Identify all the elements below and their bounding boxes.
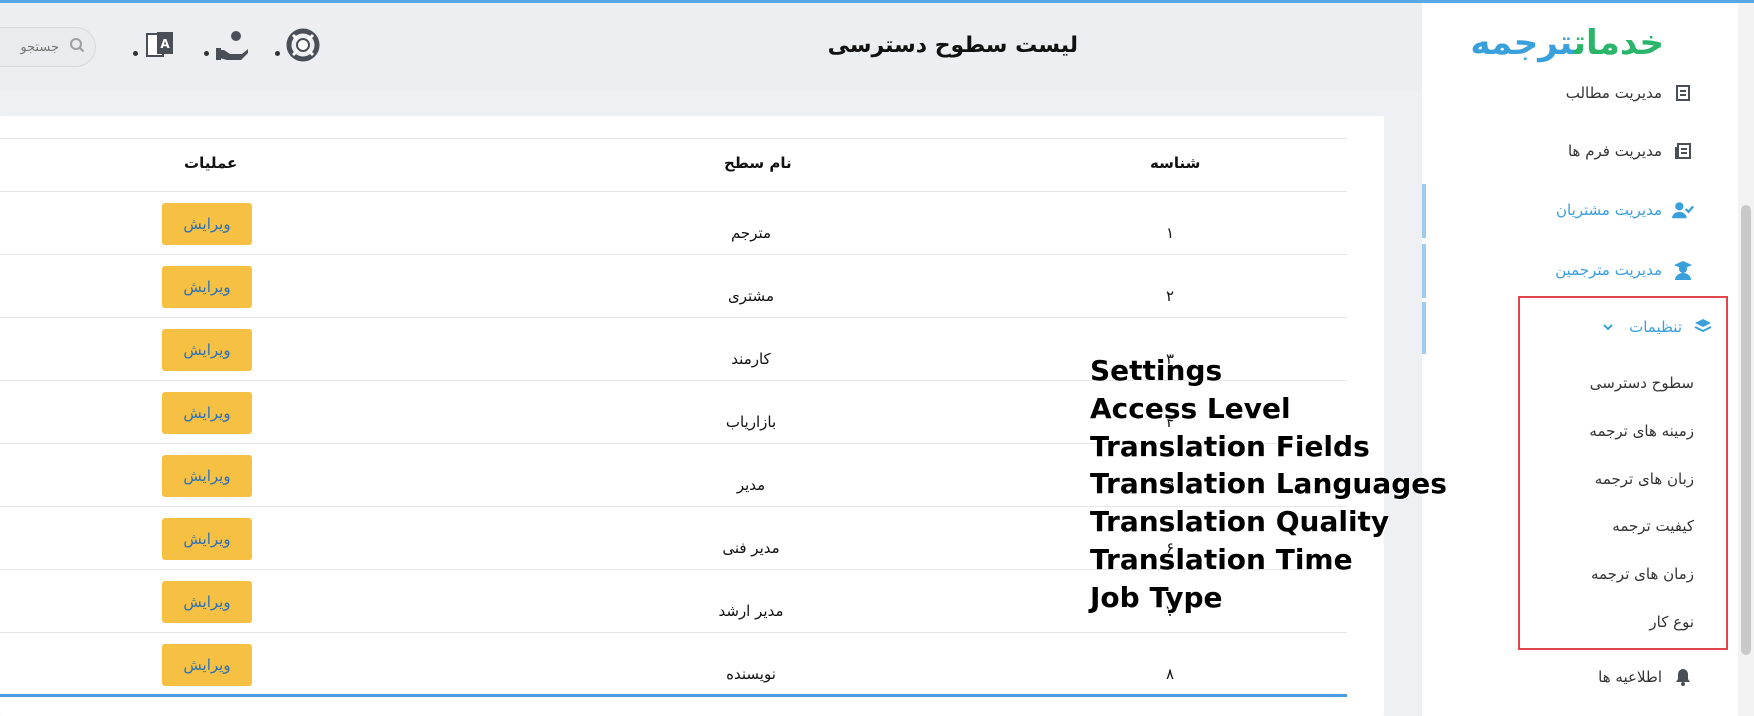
cell-name: مدیر فنی [722,539,780,557]
cell-id: ۱ [1166,224,1175,242]
cell-name: نویسنده [726,665,776,683]
sidebar-item-customers-management[interactable]: مدیریت مشتریان [1556,195,1694,225]
search-icon [69,37,85,57]
payment-hand-icon[interactable] [212,25,252,65]
annotation-line: Settings [1090,354,1223,387]
brand-logo[interactable]: خدماتترجمه [1470,23,1665,63]
column-header-name: نام سطح [724,154,792,172]
payment-badge-dot [204,51,209,56]
cell-name: مترجم [730,224,772,242]
annotation-line: Access Level [1090,391,1291,425]
annotation-line: Translation Fields [1090,429,1370,463]
bell-icon [1672,666,1694,688]
column-header-actions: عملیات [184,154,238,172]
search-input[interactable] [0,38,61,56]
cell-name: مدیر ارشد [718,602,784,620]
edit-button[interactable]: ویرایش [162,203,252,245]
sidebar-item-translators-management[interactable]: مدیریت مترجمین [1555,255,1694,285]
row-divider [0,254,1347,255]
edit-button[interactable]: ویرایش [162,518,252,560]
sidebar-item-forms-management[interactable]: مدیریت فرم ها [1568,136,1694,166]
column-header-id: شناسه [1150,154,1201,172]
search-box[interactable] [0,27,96,67]
svg-text:A: A [160,37,170,51]
cell-id: ۲ [1166,287,1175,305]
settings-highlight-box [1518,296,1728,650]
sidebar-item-content-management[interactable]: مدیریت مطالب [1566,78,1694,108]
edit-button[interactable]: ویرایش [162,455,252,497]
table-bottom-border [0,694,1347,697]
edit-button[interactable]: ویرایش [162,581,252,623]
annotation-line: Job Type [1090,580,1223,614]
annotation-line: Translation Time [1090,542,1353,576]
cell-name: مشتری [728,287,774,305]
cell-name: بازاریاب [725,413,777,431]
active-indicator-3 [1422,302,1426,354]
user-check-icon [1672,199,1694,221]
annotation-overlay: Settings Access Level Translation Fields… [1090,352,1447,617]
active-indicator-2 [1422,244,1426,298]
row-divider [0,317,1347,318]
edit-button[interactable]: ویرایش [162,644,252,686]
annotation-line: Translation Quality [1090,505,1390,539]
cell-name: مدیر [736,476,766,494]
graduate-user-icon [1672,259,1694,281]
sidebar-scrollbar-thumb[interactable] [1741,205,1751,655]
edit-button[interactable]: ویرایش [162,329,252,371]
active-indicator [1422,184,1426,238]
forms-icon [1672,140,1694,162]
sidebar-item-notifications[interactable]: اطلاعیه ها [1598,662,1694,692]
edit-button[interactable]: ویرایش [162,392,252,434]
annotation-line: Translation Languages [1090,467,1447,501]
translate-icon[interactable]: A [140,25,180,65]
translate-badge-dot [133,51,138,56]
page-title: لیست سطوح دسترسی [827,33,1078,58]
header-bar: لیست سطوح دسترسی A [0,3,1422,91]
cell-id: ۸ [1166,665,1175,683]
document-icon [1672,82,1694,104]
cell-name: کارمند [731,350,771,368]
edit-button[interactable]: ویرایش [162,266,252,308]
row-divider [0,632,1347,633]
support-badge-dot [275,51,280,56]
support-lifebuoy-icon[interactable] [283,25,323,65]
